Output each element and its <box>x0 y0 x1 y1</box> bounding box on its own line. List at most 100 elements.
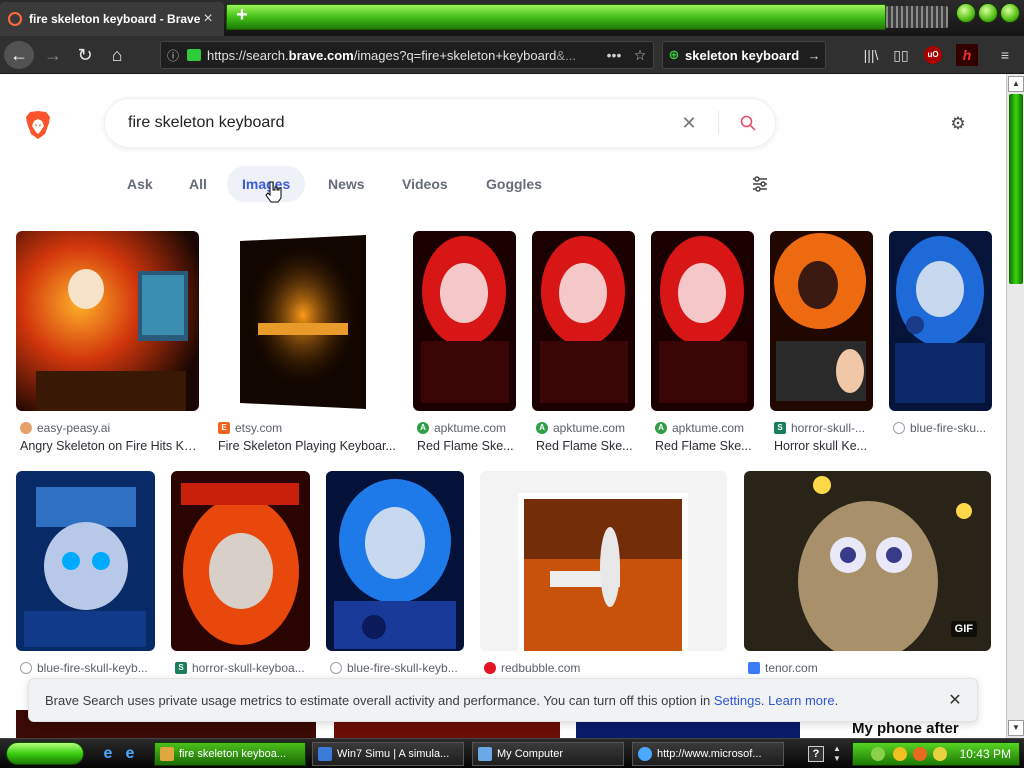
search-icon <box>740 115 756 131</box>
address-bar[interactable]: ⓘ https://search.brave.com/images?q=fire… <box>160 41 654 69</box>
filter-sliders-icon[interactable] <box>750 174 770 194</box>
image-result-thumbnail[interactable] <box>413 231 516 411</box>
result-caption[interactable]: Red Flame Ske... <box>536 439 636 455</box>
globe-icon <box>330 662 342 674</box>
start-button[interactable] <box>6 742 84 765</box>
close-window-button[interactable] <box>1000 3 1020 23</box>
image-result-thumbnail[interactable]: GIF <box>744 471 991 651</box>
browser-search-text[interactable]: skeleton keyboard <box>685 48 803 63</box>
scroll-up-arrow-icon[interactable]: ▲ <box>1008 76 1024 92</box>
image-result-thumbnail[interactable] <box>16 471 155 651</box>
info-icon[interactable]: ⓘ <box>161 47 185 64</box>
image-result-thumbnail[interactable] <box>326 471 464 651</box>
lock-icon <box>187 49 201 61</box>
tab-goggles[interactable]: Goggles <box>471 166 557 202</box>
result-caption[interactable]: Red Flame Ske... <box>417 439 517 455</box>
url-text[interactable]: https://search.brave.com/images?q=fire+s… <box>207 48 601 63</box>
ie-quicklaunch-icon[interactable]: e <box>98 744 118 764</box>
page-actions-icon[interactable]: ••• <box>601 47 627 63</box>
hand-cursor-icon <box>265 181 282 203</box>
taskbar-item-my-computer[interactable]: My Computer <box>472 742 624 766</box>
result-source[interactable]: redbubble.com <box>484 660 684 676</box>
tab-close-icon[interactable]: × <box>200 10 216 28</box>
shield-icon[interactable] <box>893 747 907 761</box>
search-submit-button[interactable] <box>731 115 765 131</box>
result-source[interactable]: A apktume.com <box>536 420 639 436</box>
ublock-icon[interactable]: uO <box>924 46 942 64</box>
clear-search-icon[interactable]: ✕ <box>672 113 706 134</box>
result-source[interactable]: blue-fire-skull-keyb... <box>330 660 470 676</box>
home-icon[interactable]: ⌂ <box>104 43 130 67</box>
library-icon[interactable]: |||\ <box>860 44 882 66</box>
tab-brave-search[interactable]: fire skeleton keyboard - Brave Se... × <box>0 2 224 36</box>
new-tab-plus-icon[interactable]: + <box>232 4 252 26</box>
image-result-thumbnail[interactable] <box>480 471 727 651</box>
settings-gear-icon[interactable]: ⚙ <box>948 114 968 134</box>
image-result-thumbnail[interactable] <box>532 231 635 411</box>
result-source[interactable]: easy-peasy.ai <box>20 420 200 436</box>
source-domain: redbubble.com <box>501 661 581 675</box>
hamburger-menu-icon[interactable]: ≡ <box>994 44 1016 66</box>
tab-ask[interactable]: Ask <box>112 166 168 202</box>
search-tray-icon[interactable] <box>933 747 947 761</box>
window-grille-decoration <box>886 6 948 28</box>
task-label: fire skeleton keyboa... <box>179 748 287 760</box>
image-result-thumbnail[interactable] <box>651 231 754 411</box>
bookmark-star-icon[interactable]: ☆ <box>627 47 653 64</box>
source-favicon-icon <box>20 422 32 434</box>
image-result-thumbnail[interactable] <box>770 231 873 411</box>
result-caption[interactable]: Fire Skeleton Playing Keyboar... <box>218 439 396 455</box>
browser-search-box[interactable]: ⊕ skeleton keyboard → <box>662 41 826 69</box>
result-source[interactable]: tenor.com <box>748 660 948 676</box>
my-computer-task-icon <box>478 747 492 761</box>
back-arrow-icon[interactable]: ← <box>4 41 34 69</box>
network-icon[interactable] <box>871 747 885 761</box>
result-caption[interactable]: Red Flame Ske... <box>655 439 755 455</box>
tab-news[interactable]: News <box>313 166 380 202</box>
scroll-thumb[interactable] <box>1009 94 1023 284</box>
forward-arrow-icon[interactable]: → <box>40 43 66 67</box>
page-scrollbar[interactable]: ▲ ▼ <box>1006 74 1024 738</box>
ie-alt-quicklaunch-icon[interactable]: e <box>120 744 140 764</box>
win7simu-task-icon <box>318 747 332 761</box>
image-result-thumbnail[interactable] <box>889 231 992 411</box>
result-source[interactable]: blue-fire-sku... <box>893 420 996 436</box>
redbubble-favicon-icon <box>484 662 496 674</box>
image-result-thumbnail[interactable] <box>171 471 310 651</box>
minimize-button[interactable] <box>956 3 976 23</box>
tab-strip: fire skeleton keyboard - Brave Se... × + <box>0 0 1024 36</box>
search-input[interactable] <box>105 114 672 132</box>
search-field[interactable]: ✕ <box>104 98 776 148</box>
result-source[interactable]: blue-fire-skull-keyb... <box>20 660 160 676</box>
result-source[interactable]: S horror-skull-... <box>774 420 877 436</box>
maximize-button[interactable] <box>978 3 998 23</box>
brave-lion-logo-icon[interactable] <box>24 110 52 140</box>
taskbar-item-browser[interactable]: fire skeleton keyboa... <box>154 742 306 766</box>
reload-icon[interactable]: ↻ <box>72 43 98 67</box>
extension-h-icon[interactable]: h <box>956 44 978 66</box>
image-result-thumbnail[interactable] <box>218 231 398 411</box>
tab-all[interactable]: All <box>174 166 222 202</box>
close-notice-icon[interactable]: ✕ <box>933 690 977 710</box>
result-source[interactable]: A apktume.com <box>417 420 520 436</box>
tab-videos[interactable]: Videos <box>387 166 463 202</box>
result-source[interactable]: S horror-skull-keyboa... <box>175 660 315 676</box>
tray-scroll-arrows-icon[interactable]: ▲ ▼ <box>830 744 844 764</box>
settings-link[interactable]: Settings <box>714 693 761 708</box>
taskbar-item-win7simu[interactable]: Win7 Simu | A simula... <box>312 742 464 766</box>
result-source[interactable]: A apktume.com <box>655 420 758 436</box>
result-source[interactable]: E etsy.com <box>218 420 398 436</box>
result-caption[interactable]: Angry Skeleton on Fire Hits Ke... <box>20 439 200 455</box>
security-icon[interactable] <box>913 747 927 761</box>
reader-view-icon[interactable]: ▯▯ <box>890 44 912 66</box>
scroll-down-arrow-icon[interactable]: ▼ <box>1008 720 1024 736</box>
image-result-thumbnail[interactable] <box>16 231 199 411</box>
help-icon[interactable]: ? <box>808 746 824 762</box>
learn-more-link[interactable]: Learn more <box>768 693 834 708</box>
taskbar: e e fire skeleton keyboa... Win7 Simu | … <box>0 738 1024 768</box>
result-caption[interactable]: Horror skull Ke... <box>774 439 872 455</box>
search-go-arrow-icon[interactable]: → <box>803 48 825 63</box>
taskbar-item-microsoft-url[interactable]: http://www.microsof... <box>632 742 784 766</box>
horror-skull-favicon-icon: S <box>175 662 187 674</box>
clock[interactable]: 10:43 PM <box>960 743 1011 765</box>
